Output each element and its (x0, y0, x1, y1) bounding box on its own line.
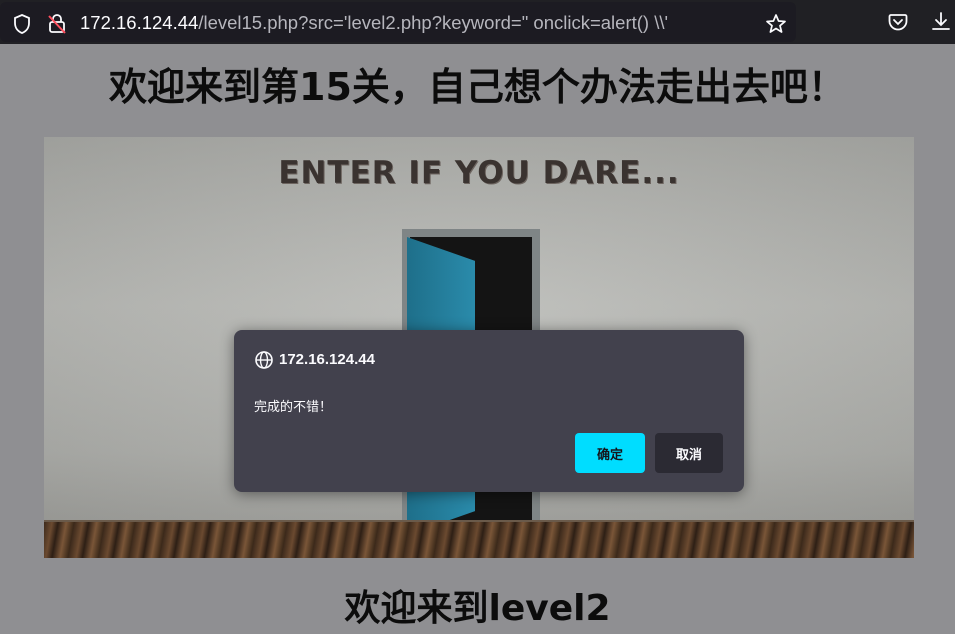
url-path: /level15.php?src='level2.php?keyword=" o… (198, 12, 669, 33)
wooden-floor (44, 522, 914, 558)
shield-icon[interactable] (10, 12, 34, 36)
scene-caption: ENTER IF YOU DARE... (278, 155, 680, 191)
star-icon[interactable] (764, 12, 788, 36)
cancel-button[interactable]: 取消 (655, 433, 723, 473)
url-text[interactable]: 172.16.124.44/level15.php?src='level2.ph… (80, 12, 668, 34)
level-heading: 欢迎来到level2 (344, 588, 611, 629)
alert-dialog: 172.16.124.44 完成的不错！ 确定 取消 (234, 330, 744, 492)
dialog-origin: 172.16.124.44 (279, 351, 375, 368)
pocket-icon[interactable] (886, 10, 910, 34)
browser-toolbar: 172.16.124.44/level15.php?src='level2.ph… (0, 0, 955, 44)
ok-button[interactable]: 确定 (575, 433, 645, 473)
page-title: 欢迎来到第15关，自己想个办法走出去吧！ (109, 65, 846, 109)
url-host: 172.16.124.44 (80, 12, 199, 33)
globe-icon (254, 350, 274, 370)
address-bar[interactable]: 172.16.124.44/level15.php?src='level2.ph… (0, 2, 796, 42)
dialog-message: 完成的不错！ (254, 400, 333, 415)
insecure-lock-icon[interactable] (45, 12, 69, 36)
download-icon[interactable] (929, 10, 953, 34)
